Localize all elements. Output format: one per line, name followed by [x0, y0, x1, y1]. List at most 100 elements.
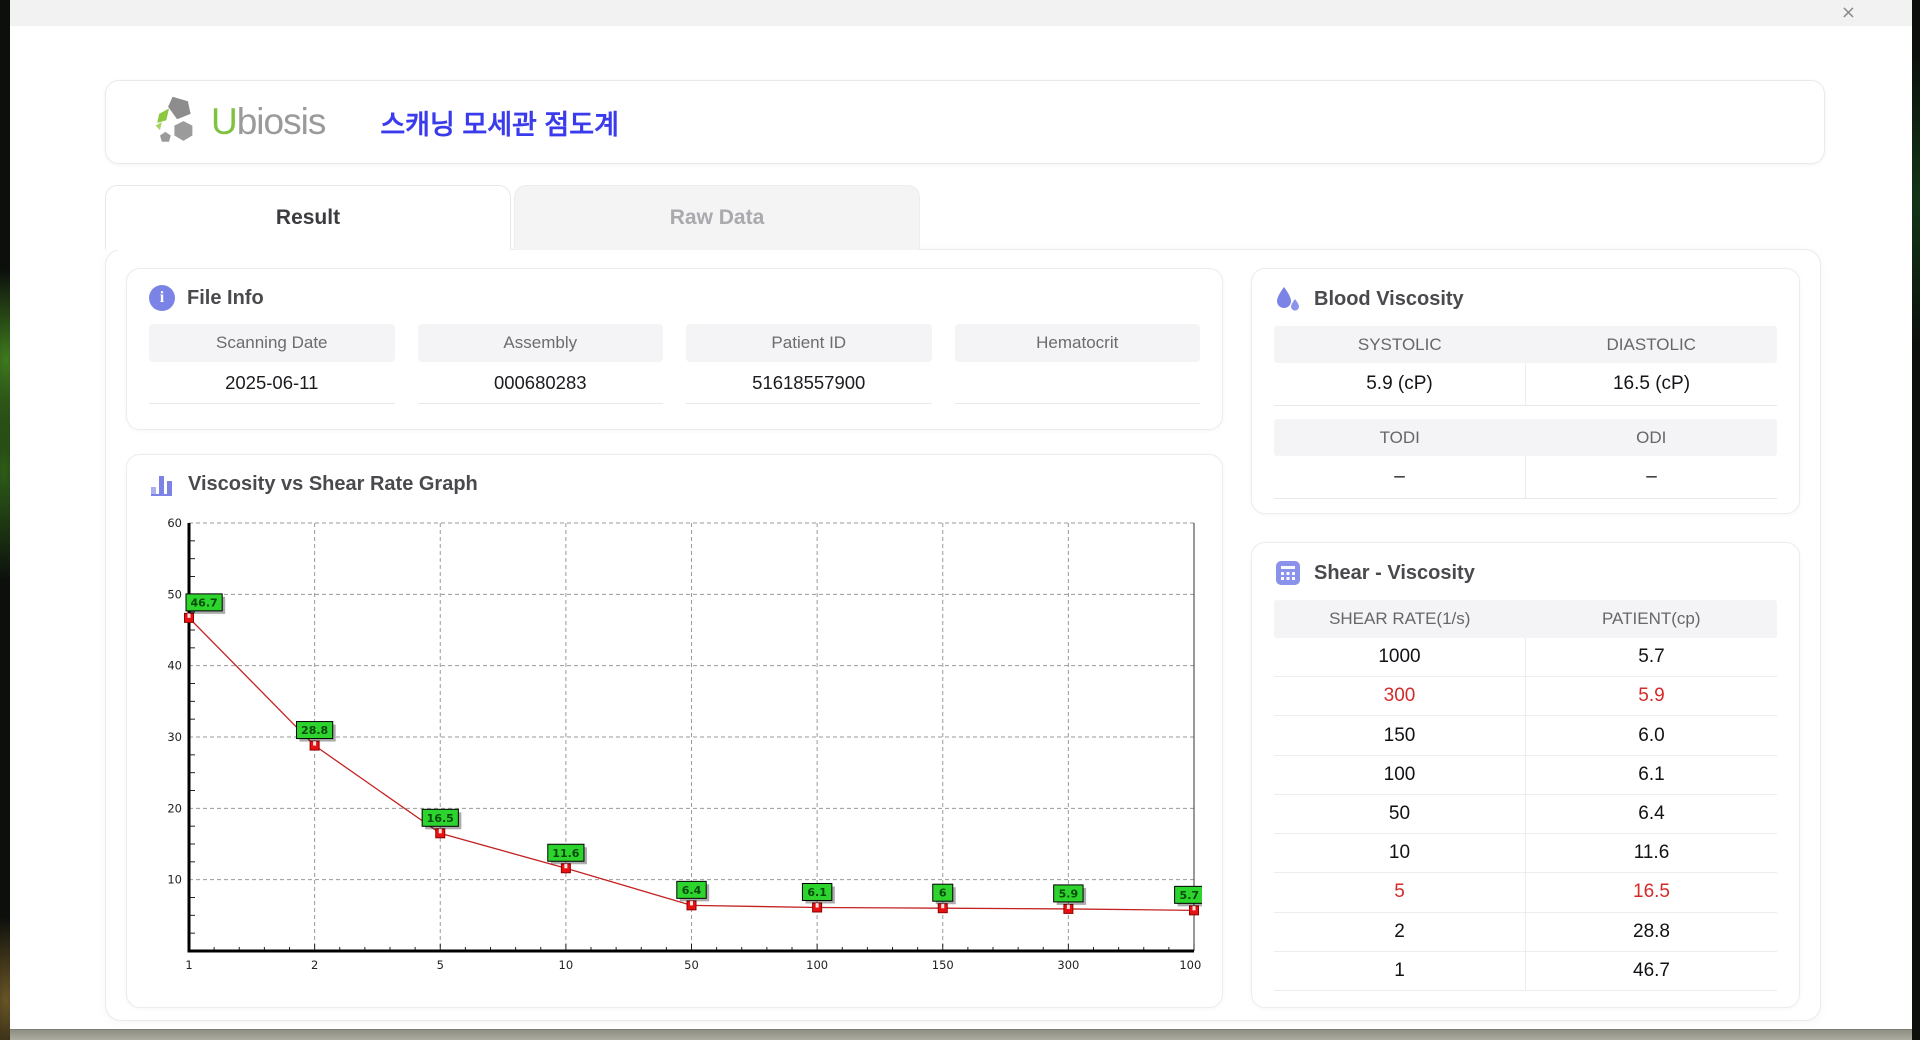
bv-header-cell: DIASTOLIC: [1606, 334, 1696, 354]
field-label: Hematocrit: [954, 324, 1200, 362]
svg-text:5.7: 5.7: [1180, 889, 1200, 902]
ubiosis-logo: Ubiosis: [151, 95, 326, 149]
svg-text:28.8: 28.8: [301, 724, 328, 737]
shear-viscosity-heading: Shear - Viscosity: [1314, 561, 1475, 584]
shear-table-row: 300 5.9: [1274, 677, 1777, 717]
shear-rate-cell: 150: [1383, 724, 1416, 746]
svg-text:5: 5: [437, 958, 444, 972]
shear-rate-cell: 1000: [1378, 646, 1421, 668]
bv-value-cell: 5.9 (cP): [1366, 373, 1433, 394]
shear-table-row: 10 11.6: [1274, 834, 1777, 874]
patient-cp-cell: 6.4: [1525, 794, 1777, 834]
tab-bar: Result Raw Data: [105, 185, 1912, 250]
patient-cp-cell: 46.7: [1525, 951, 1777, 990]
file-info-field: Assembly 000680283: [417, 324, 663, 404]
shear-viscosity-card: Shear - Viscosity SHEAR RATE(1/s) PATIENT…: [1251, 542, 1800, 1008]
svg-text:5.9: 5.9: [1059, 887, 1079, 900]
ubiosis-logo-icon: [155, 96, 193, 142]
graph-heading: Viscosity vs Shear Rate Graph: [188, 473, 478, 495]
shear-rate-cell: 100: [1383, 763, 1416, 785]
info-icon: i: [149, 285, 175, 311]
tab-raw-data[interactable]: Raw Data: [514, 185, 920, 250]
svg-text:2: 2: [311, 958, 318, 972]
data-point-label: 5.9: [1053, 884, 1087, 905]
file-info-heading: File Info: [187, 286, 264, 309]
droplets-icon: [1277, 287, 1299, 311]
svg-text:6.1: 6.1: [807, 886, 827, 899]
file-info-field: Hematocrit: [954, 324, 1200, 404]
data-point: [686, 900, 697, 911]
bv-value-row: 5.9 (cP) 16.5 (cP): [1274, 363, 1777, 406]
shear-column-header: SHEAR RATE(1/s): [1329, 609, 1471, 628]
patient-cp-cell: 16.5: [1525, 873, 1777, 912]
svg-text:1: 1: [185, 958, 192, 972]
bar-chart-icon: [151, 476, 172, 496]
app-title-korean: 스캐닝 모세관 점도계: [380, 109, 619, 140]
shear-table-row: 100 6.1: [1274, 755, 1777, 795]
file-info-card: i File Info Scanning Date 2025-06-11 Assem…: [126, 268, 1223, 430]
patient-cp-cell: 6.1: [1525, 755, 1777, 794]
patient-cp-cell: 6.0: [1525, 716, 1777, 755]
close-icon[interactable]: ×: [1841, 4, 1856, 22]
data-point: [1189, 905, 1199, 916]
svg-text:50: 50: [684, 958, 699, 972]
file-info-fields: Scanning Date 2025-06-11 Assembly 000680283…: [149, 324, 1200, 404]
bv-value-cell: –: [1525, 456, 1777, 498]
patient-cp-cell: 11.6: [1525, 834, 1777, 873]
patient-cp-cell: 28.8: [1525, 912, 1777, 951]
window-titlebar: ×: [10, 0, 1912, 26]
field-label: Assembly: [417, 324, 663, 362]
field-label: Scanning Date: [149, 324, 395, 362]
svg-text:10: 10: [559, 958, 574, 972]
bv-header-cell: TODI: [1379, 427, 1420, 447]
svg-text:150: 150: [932, 958, 954, 972]
svg-text:50: 50: [167, 587, 182, 601]
data-point: [435, 828, 446, 839]
app-window: × Ubiosis 스캐닝 모세관 점도계 Result Raw Data i …: [10, 0, 1912, 1030]
data-point: [812, 902, 823, 913]
tab-result[interactable]: Result: [105, 185, 511, 250]
field-value: [954, 362, 1200, 404]
svg-text:6: 6: [939, 887, 947, 900]
left-column: i File Info Scanning Date 2025-06-11 Assem…: [126, 268, 1223, 1008]
svg-text:30: 30: [167, 730, 182, 744]
blood-viscosity-group: TODI ODI – –: [1274, 419, 1777, 499]
bv-header-cell: SYSTOLIC: [1357, 334, 1442, 354]
file-info-field: Patient ID 51618557900: [686, 324, 932, 404]
data-point: [560, 863, 571, 874]
shear-column-header: PATIENT(cp): [1601, 609, 1701, 628]
data-point: [937, 903, 948, 914]
data-point-label: 28.8: [296, 721, 336, 742]
shear-table-body: 1000 5.7 300 5.9 150 6.0 100 6.1 50 6.4 10 11.6 5 16.…: [1274, 638, 1777, 991]
svg-text:16.5: 16.5: [427, 812, 454, 825]
field-value: 2025-06-11: [149, 362, 395, 404]
data-point: [1063, 903, 1074, 914]
bv-header-row: SYSTOLIC DIASTOLIC: [1274, 326, 1777, 363]
bv-value-row: – –: [1274, 456, 1777, 499]
svg-text:1000: 1000: [1179, 958, 1202, 972]
bv-header-cell: ODI: [1636, 427, 1667, 447]
brand-u: U: [211, 101, 238, 142]
patient-cp-cell: 5.9: [1525, 677, 1777, 716]
file-info-title: i File Info: [149, 285, 1200, 311]
bv-value-cell: 16.5 (cP): [1525, 363, 1777, 405]
app-header: Ubiosis 스캐닝 모세관 점도계: [105, 80, 1825, 164]
data-point-label: 6: [932, 883, 956, 905]
data-point-label: 46.7: [185, 593, 226, 614]
blood-viscosity-title: Blood Viscosity: [1274, 285, 1777, 313]
field-value: 51618557900: [686, 362, 932, 404]
field-label: Patient ID: [686, 324, 932, 362]
viscosity-chart-svg: 10 20 30 40 50 60 1 2 5 10 50 100 150 300 1000 46.7 28.8…: [167, 516, 1208, 972]
graph-title: Viscosity vs Shear Rate Graph: [149, 471, 1200, 498]
svg-text:10: 10: [167, 873, 182, 887]
data-point: [184, 612, 194, 623]
svg-text:20: 20: [167, 801, 182, 815]
field-value: 000680283: [417, 362, 663, 404]
shear-table-row: 5 16.5: [1274, 873, 1777, 913]
shear-rate-cell: 2: [1394, 920, 1405, 942]
bv-header-row: TODI ODI: [1274, 419, 1777, 456]
shear-table-row: 1000 5.7: [1274, 638, 1777, 678]
data-point-label: 5.7: [1174, 885, 1207, 907]
shear-rate-cell: 300: [1383, 685, 1416, 707]
shear-rate-cell: 10: [1388, 842, 1411, 864]
